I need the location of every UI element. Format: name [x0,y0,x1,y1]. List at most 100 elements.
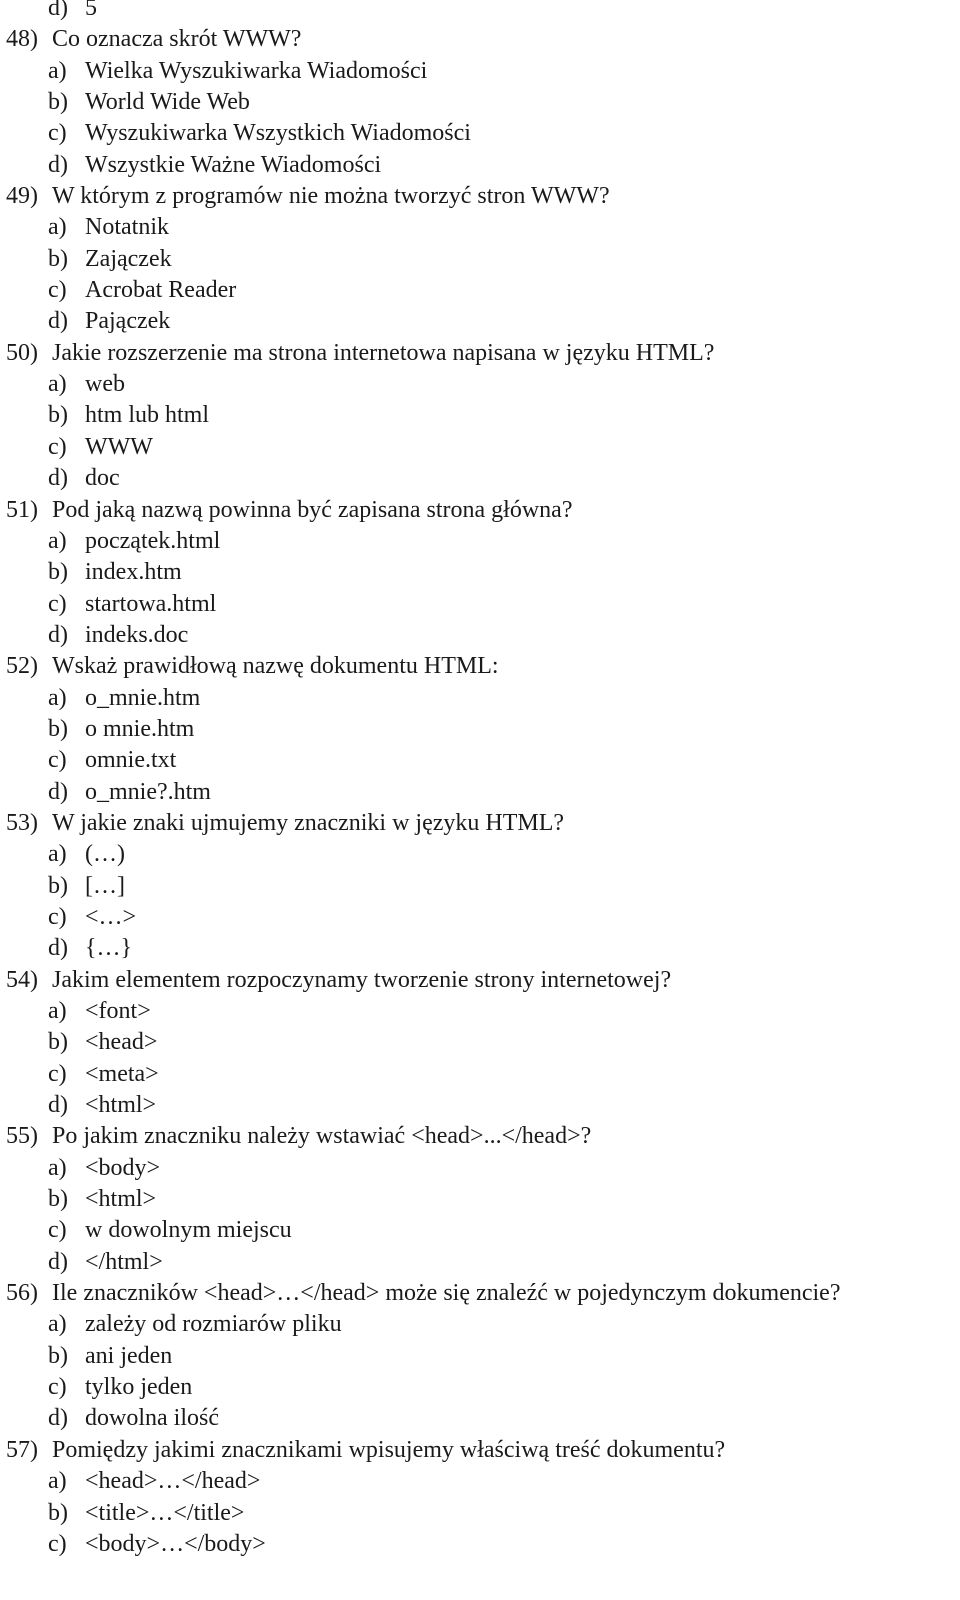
option-letter: d) [48,778,68,805]
answer-option: d) {…} [0,933,960,964]
answer-option: a) (…) [0,839,960,870]
option-text: Pajączek [85,308,171,335]
option-letter: c) [48,1060,67,1087]
option-letter: b) [48,1342,68,1369]
answer-option: c) startowa.html [0,589,960,620]
option-letter: b) [48,245,68,272]
answer-option: b) htm lub html [0,400,960,431]
question-text: Jakim elementem rozpoczynamy tworzenie s… [52,966,672,993]
answer-option: d) dowolna ilość [0,1403,960,1434]
question-number: 57) [6,1436,38,1463]
option-letter: b) [48,1186,68,1213]
question-block: 51) Pod jaką nazwą powinna być zapisana s… [0,495,960,652]
answer-option: c) <body>…</body> [0,1529,960,1560]
option-text: <title>…</title> [85,1499,245,1526]
option-text: </html> [85,1248,163,1275]
question: 51) Pod jaką nazwą powinna być zapisana s… [0,495,960,526]
answer-option: c) tylko jeden [0,1372,960,1403]
option-letter: a) [48,841,67,868]
answer-option: d) 5 [0,0,960,24]
quiz-document: d) 5 48) Co oznacza skrót WWW? a) Wielka Wys… [0,0,960,1560]
answer-option: a) Wielka Wyszukiwarka Wiadomości [0,56,960,87]
option-letter: c) [48,1374,67,1401]
option-text: omnie.txt [85,747,177,774]
answer-option: b) World Wide Web [0,87,960,118]
option-letter: b) [48,559,68,586]
option-text: dowolna ilość [85,1405,219,1432]
question-text: Po jakim znaczniku należy wstawiać <head… [52,1123,592,1150]
option-text: […] [85,872,125,899]
question-block: 54) Jakim elementem rozpoczynamy tworzeni… [0,965,960,1122]
option-letter: d) [48,1248,68,1275]
question-block: 49) W którym z programów nie można tworzy… [0,181,960,338]
question: 56) Ile znaczników <head>…</head> może si… [0,1278,960,1309]
question: 57) Pomiędzy jakimi znacznikami wpisujemy… [0,1435,960,1466]
option-text: World Wide Web [85,89,250,116]
question-number: 50) [6,339,38,366]
option-text: Acrobat Reader [85,277,237,304]
option-letter: b) [48,1029,68,1056]
answer-option: c) omnie.txt [0,745,960,776]
answer-option: d) Pajączek [0,306,960,337]
option-letter: d) [48,935,68,962]
question-number: 48) [6,26,38,53]
option-text: indeks.doc [85,621,189,648]
option-letter: d) [48,0,68,21]
option-letter: d) [48,1092,68,1119]
option-letter: d) [48,308,68,335]
answer-option: d) </html> [0,1247,960,1278]
option-letter: c) [48,1530,67,1557]
option-letter: d) [48,465,68,492]
option-letter: a) [48,371,67,398]
option-letter: b) [48,1499,68,1526]
option-letter: d) [48,151,68,178]
answer-option: a) <body> [0,1153,960,1184]
option-text: <body> [85,1154,161,1181]
question: 53) W jakie znaki ujmujemy znaczniki w ję… [0,808,960,839]
answer-option: b) <head> [0,1027,960,1058]
option-letter: b) [48,715,68,742]
option-text: WWW [85,433,153,460]
option-letter: c) [48,277,67,304]
answer-option: d) doc [0,463,960,494]
option-letter: c) [48,590,67,617]
answer-option: a) <font> [0,996,960,1027]
question: 50) Jakie rozszerzenie ma strona internet… [0,338,960,369]
option-letter: c) [48,903,67,930]
question-number: 52) [6,653,38,680]
question-text: Pomiędzy jakimi znacznikami wpisujemy wł… [52,1436,726,1463]
option-letter: a) [48,684,67,711]
option-text: <head>…</head> [85,1468,261,1495]
answer-option: c) w dowolnym miejscu [0,1215,960,1246]
question-block: 50) Jakie rozszerzenie ma strona internet… [0,338,960,495]
option-text: <html> [85,1186,157,1213]
option-text: <head> [85,1029,158,1056]
option-text: <meta> [85,1060,159,1087]
question-text: Co oznacza skrót WWW? [52,26,302,53]
option-letter: a) [48,998,67,1024]
option-text: (…) [85,841,125,868]
answer-option: a) Notatnik [0,212,960,243]
option-letter: a) [48,527,67,554]
option-letter: c) [48,433,67,460]
option-text: tylko jeden [85,1374,193,1401]
answer-option: d) o_mnie?.htm [0,777,960,808]
option-letter: a) [48,1154,67,1181]
question-text: W jakie znaki ujmujemy znaczniki w język… [52,809,565,836]
question-number: 49) [6,183,38,210]
question-block: 48) Co oznacza skrót WWW? a) Wielka Wyszuki… [0,24,960,181]
option-text: Wyszukiwarka Wszystkich Wiadomości [85,120,471,147]
option-text: Notatnik [85,214,169,241]
option-text: web [85,371,125,398]
option-text: Zajączek [85,245,172,272]
question-number: 53) [6,809,38,836]
answer-option: b) <title>…</title> [0,1498,960,1529]
answer-option: d) Wszystkie Ważne Wiadomości [0,150,960,181]
option-text: Wielka Wyszukiwarka Wiadomości [85,57,428,84]
question-text: Ile znaczników <head>…</head> może się z… [52,1280,841,1307]
answer-option: b) Zajączek [0,244,960,275]
option-text: index.htm [85,559,182,586]
option-letter: c) [48,1217,67,1244]
option-text: początek.html [85,527,221,554]
option-text: o_mnie.htm [85,684,201,711]
